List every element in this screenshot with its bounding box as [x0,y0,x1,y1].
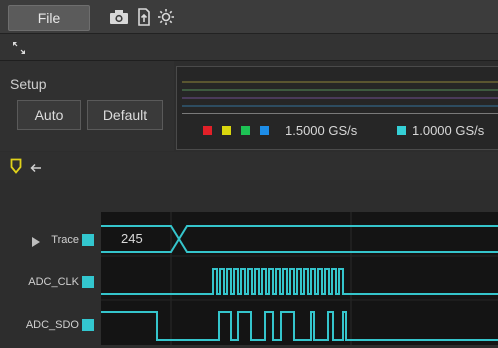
arrow-left-icon[interactable] [29,161,43,173]
channel-color-cyan [397,126,406,135]
secondary-sample-rate: 1.0000 GS/s [412,123,485,138]
default-button[interactable]: Default [87,100,163,130]
preview-line-1 [182,81,498,83]
waveform-plot[interactable]: 245 [101,212,498,345]
channel-color-blue [260,126,269,135]
expand-triangle-icon[interactable] [32,235,42,247]
trace-bus-waveform [101,225,498,253]
adc-clk-waveform [101,268,498,295]
channel-color-red [203,126,212,135]
brightness-icon[interactable] [156,8,176,26]
channel-color-yellow [222,126,231,135]
camera-icon[interactable] [109,8,129,26]
secondary-toolbar [0,34,498,61]
preview-line-5 [182,113,498,114]
trace-value-label: 245 [121,231,143,246]
channel-swatch-trace[interactable] [82,234,94,246]
preview-line-3 [182,97,498,99]
marker-toolbar [0,152,498,180]
channel-swatch-adc-sdo[interactable] [82,319,94,331]
channel-label-trace: Trace [51,234,79,246]
channel-color-green [241,126,250,135]
waveform-svg [101,212,498,345]
channel-label-adc-clk: ADC_CLK [28,276,79,288]
channel-label-adc-sdo: ADC_SDO [25,319,79,331]
preview-line-4 [182,105,498,107]
document-upload-icon[interactable] [134,8,154,26]
auto-button[interactable]: Auto [17,100,81,130]
file-menu-button[interactable]: File [8,5,90,31]
expand-icon[interactable] [12,41,26,55]
channel-swatch-adc-clk[interactable] [82,276,94,288]
setup-title: Setup [10,76,47,92]
primary-sample-rate: 1.5000 GS/s [285,123,358,138]
preview-line-2 [182,89,498,91]
adc-sdo-waveform [101,311,498,341]
marker-icon[interactable] [10,158,22,174]
